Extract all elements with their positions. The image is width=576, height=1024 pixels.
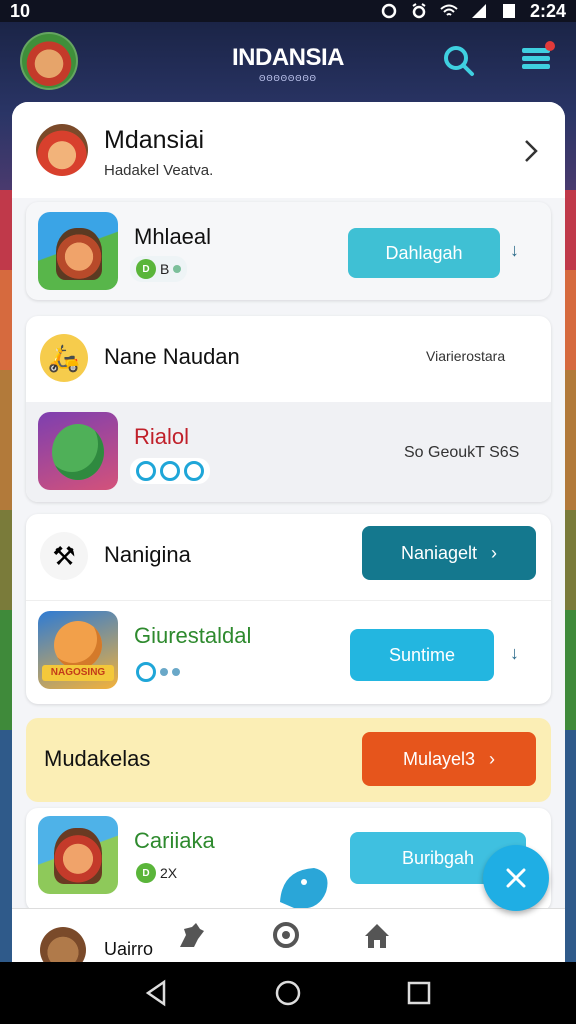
item-title: Giurestaldal [134,623,252,648]
system-nav-bar [0,962,576,1024]
circle-notification-icon [381,3,397,19]
list-item[interactable]: NAGOSING Giurestaldal Suntime ↓ [26,600,551,704]
app-subtitle: ΘΘΘΘΘΘΘΘ [259,74,317,83]
tools-icon: ⚒ [40,532,88,580]
badge-dot: D [136,863,156,883]
section-header-row[interactable]: ⚒ Nanigina Naniagelt › [26,514,551,598]
app-thumbnail [38,212,118,290]
main-sheet: Mdansiai Hadakel Veatva. Mhlaeal D B Dah… [12,102,565,962]
profile-name: Mdansiai [104,126,205,154]
bottom-nav: Uairro [12,908,565,973]
bird-icon [280,868,328,909]
item-badges: D 2X [130,860,184,886]
list-item[interactable]: Cariiaka D 2X Buribgah [26,808,551,912]
download-button[interactable]: Dahlagah [348,228,500,278]
list-item[interactable]: Rialol So GeoukT S6S [26,402,551,502]
navigate-button-label: Naniagelt [400,542,478,563]
close-icon [506,868,526,888]
app-header: INDANSIA ΘΘΘΘΘΘΘΘ [0,22,576,102]
arrow-down-icon[interactable]: ↓ [510,643,528,663]
promo-button[interactable]: Mulayel3 › [362,732,536,786]
app-title: INDANSIA [231,44,345,71]
badge-dot [136,662,156,682]
app-thumbnail [38,412,118,490]
wifi-icon [440,4,458,16]
section-card: ⚒ Nanigina Naniagelt › NAGOSING Giuresta… [26,514,551,704]
badge-dot [184,461,204,481]
item-title: Rialol [134,424,190,449]
section-header-row[interactable]: 🛵 Nane Naudan Viarierostara [26,316,551,400]
badge-dot-small [173,265,182,273]
nav-label: Uairro [104,939,154,959]
section-subtitle: Viarierostara [426,348,506,364]
signal-icon [471,4,486,18]
profile-row[interactable]: Mdansiai Hadakel Veatva. [12,102,565,198]
scooter-icon: 🛵 [40,334,88,382]
item-title: Cariiaka [134,828,215,853]
chevron-right-icon: › [489,748,496,769]
search-icon[interactable] [440,42,476,78]
item-right-text: So GeoukT S6S [404,444,520,461]
section-title: Nane Naudan [104,344,240,369]
promo-button-label: Mulayel3 [402,748,476,769]
item-badges [130,659,186,685]
action-button-label: Buribgah [401,847,475,868]
app-thumbnail: NAGOSING [38,611,118,689]
refresh-icon[interactable] [270,919,302,951]
section-card: 🛵 Nane Naudan Viarierostara Rialol So Ge… [26,316,551,502]
badge-dot: D [136,259,156,279]
badge-text: B [160,261,170,277]
promo-banner[interactable]: Mudakelas Mulayel3 › [26,718,551,802]
menu-icon[interactable] [520,40,556,76]
badge-dot [160,461,180,481]
item-badges [130,458,210,484]
puzzle-icon[interactable] [176,921,206,951]
app-thumbnail [38,816,118,894]
promo-title: Mudakelas [44,746,151,771]
profile-subtitle: Hadakel Veatva. [104,162,214,179]
action-button[interactable]: Suntime [350,629,494,681]
action-button-label: Suntime [388,644,456,665]
badge-dot-small [160,668,168,676]
alarm-icon [412,3,426,19]
status-time-right: 2:24 [529,0,566,21]
list-item[interactable]: Mhlaeal D B Dahlagah ↓ [26,202,551,300]
status-time-left: 10 [10,0,31,21]
chevron-right-icon[interactable] [520,136,542,166]
item-badges: D B [130,256,188,282]
home-circle-icon[interactable] [273,978,303,1008]
navigate-button[interactable]: Naniagelt › [362,526,536,580]
chevron-right-icon: › [491,542,498,563]
section-title: Nanigina [104,542,191,567]
download-button-label: Dahlagah [385,242,463,263]
badge-text: 2X [160,865,178,881]
badge-dot [136,461,156,481]
back-icon[interactable] [142,978,172,1008]
close-fab-button[interactable] [483,845,549,911]
status-bar: 10 2:24 [0,0,576,22]
thumbnail-label: NAGOSING [42,665,114,681]
item-title: Mhlaeal [134,224,212,249]
home-icon[interactable] [362,921,392,951]
profile-avatar [36,124,88,176]
battery-icon [502,4,515,18]
recents-icon[interactable] [404,978,434,1008]
badge-dot-small [172,668,180,676]
arrow-down-icon[interactable]: ↓ [510,240,528,260]
